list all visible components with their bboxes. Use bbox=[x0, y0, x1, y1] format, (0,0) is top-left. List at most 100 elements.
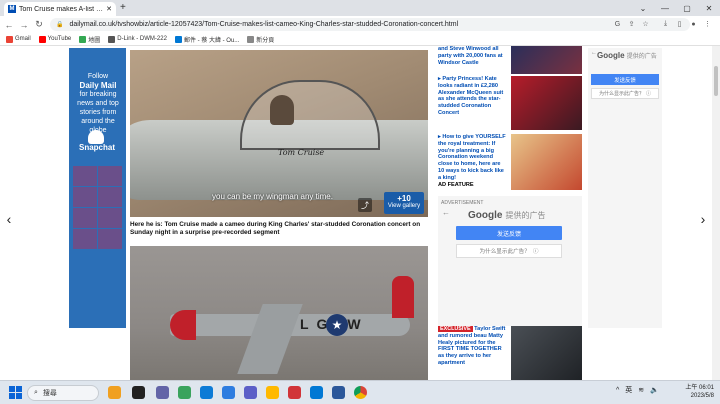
chrome-icon[interactable] bbox=[354, 386, 367, 399]
page-scrollbar[interactable] bbox=[712, 46, 720, 380]
send-feedback-button[interactable]: 发送反馈 bbox=[591, 74, 659, 85]
lock-icon: 🔒 bbox=[56, 22, 64, 28]
globe-icon bbox=[247, 35, 255, 43]
news-thumbnail bbox=[511, 76, 582, 130]
tab-active[interactable]: M Tom Cruise makes A-list cameo ✕ bbox=[4, 2, 116, 16]
news-item[interactable]: ▸ How to give YOURSELF the royal treatme… bbox=[438, 134, 582, 190]
why-this-ad-button[interactable]: 为什么显示此广告？ ⓘ bbox=[456, 244, 562, 258]
bookmark-dlink[interactable]: D-Link - DWM-222 bbox=[108, 35, 167, 43]
news-item[interactable]: EXCLUSIVE Taylor Swift and rumored beau … bbox=[438, 326, 582, 380]
download-icon[interactable]: ⤓ bbox=[660, 18, 671, 30]
windows-start-icon[interactable] bbox=[9, 386, 22, 399]
advertisement-label: ADVERTISEMENT bbox=[441, 200, 484, 206]
news-thumbnail bbox=[511, 134, 582, 190]
chevron-up-icon[interactable]: ^ bbox=[616, 387, 619, 394]
back-arrow-icon[interactable]: ← bbox=[442, 208, 450, 217]
tab-search-button[interactable]: ⌄ bbox=[632, 0, 654, 16]
edge-icon[interactable] bbox=[200, 386, 213, 399]
pilot-figure bbox=[270, 95, 294, 125]
chat-icon[interactable] bbox=[178, 386, 191, 399]
tab-title: Tom Cruise makes A-list cameo bbox=[19, 5, 104, 13]
outlook-icon bbox=[174, 35, 182, 43]
task-view-icon[interactable] bbox=[132, 386, 145, 399]
input-language[interactable]: 英 bbox=[625, 385, 632, 395]
google-ad-header: Google 提供的广告 bbox=[468, 210, 546, 221]
dlink-icon bbox=[108, 35, 116, 43]
image-caption: Here he is: Tom Cruise made a cameo duri… bbox=[130, 221, 421, 236]
bookmark-gmail[interactable]: Gmail bbox=[6, 35, 31, 43]
why-this-ad-button[interactable]: 为什么显示此广告？ ⓘ bbox=[591, 88, 659, 99]
close-tab-icon[interactable]: ✕ bbox=[106, 5, 112, 13]
video-subtitle: you can be my wingman any time. bbox=[212, 192, 333, 201]
share-icon[interactable]: ⇪ bbox=[626, 18, 637, 30]
bookmark-maps[interactable]: 地圖 bbox=[79, 35, 100, 44]
info-icon: ⓘ bbox=[646, 91, 652, 97]
tab-strip: M Tom Cruise makes A-list cameo ✕ + ⌄ — … bbox=[0, 0, 720, 16]
store-icon[interactable] bbox=[222, 386, 235, 399]
bookmark-youtube[interactable]: YouTube bbox=[38, 35, 71, 43]
volume-icon[interactable]: 🔈 bbox=[650, 386, 659, 394]
maximize-button[interactable]: ▢ bbox=[676, 0, 698, 16]
app-icon[interactable] bbox=[244, 386, 257, 399]
youtube-icon bbox=[38, 35, 46, 43]
menu-kebab-icon[interactable]: ⋮ bbox=[702, 18, 713, 30]
address-bar[interactable]: 🔒 dailymail.co.uk/tvshowbiz/article-1205… bbox=[50, 18, 690, 31]
snapchat-label: Snapchat bbox=[78, 143, 115, 152]
reload-button[interactable]: ↻ bbox=[33, 19, 45, 31]
windows-taskbar: ⌕ 搜尋 ^ 英 ≋ 🔈 上午 06:01 2023/5/8 bbox=[0, 380, 720, 404]
google-ad-box: ADVERTISEMENT ← Google 提供的广告 发送反馈 为什么显示此广… bbox=[438, 196, 582, 326]
bookmarks-bar: Gmail YouTube 地圖 D-Link - DWM-222 郵件 - 蔡… bbox=[0, 33, 720, 46]
minimize-button[interactable]: — bbox=[654, 0, 676, 16]
article-image-mustang[interactable]: LG W ★ bbox=[130, 246, 428, 380]
share-icon[interactable]: ⤴ bbox=[358, 198, 372, 212]
news-item[interactable]: and Steve Winwood all party with 20,000 … bbox=[438, 46, 582, 74]
gmail-icon bbox=[6, 35, 13, 43]
word-icon[interactable] bbox=[332, 386, 345, 399]
plane-name-text: Tom Cruise bbox=[278, 148, 325, 157]
gallery-label: View gallery bbox=[387, 203, 421, 209]
view-gallery-button[interactable]: +10 View gallery bbox=[384, 192, 424, 214]
google-ad-header: Google 提供的广告 bbox=[597, 51, 657, 60]
web-page: ‹ › Follow Daily Mail for breaking news … bbox=[0, 46, 720, 380]
outlook-icon[interactable] bbox=[310, 386, 323, 399]
chevron-right-icon[interactable]: › bbox=[696, 208, 710, 230]
snapchat-ghost-icon bbox=[88, 130, 104, 144]
system-tray: ^ 英 ≋ 🔈 bbox=[616, 385, 659, 395]
info-icon: ⓘ bbox=[532, 249, 539, 255]
ad-feature-tag: AD FEATURE bbox=[438, 181, 474, 188]
url-text: dailymail.co.uk/tvshowbiz/article-120574… bbox=[69, 21, 459, 28]
close-window-button[interactable]: ✕ bbox=[698, 0, 720, 16]
profile-avatar-icon[interactable]: ● bbox=[688, 18, 699, 30]
new-tab-button[interactable]: + bbox=[120, 2, 126, 13]
ad-photo-grid bbox=[73, 166, 122, 328]
news-thumbnail bbox=[511, 46, 582, 74]
forward-button[interactable]: → bbox=[18, 19, 30, 31]
maps-icon bbox=[79, 35, 87, 43]
search-icon: ⌕ bbox=[34, 389, 38, 396]
file-explorer-icon[interactable] bbox=[266, 386, 279, 399]
news-thumbnail bbox=[511, 326, 582, 380]
google-lens-icon[interactable]: G bbox=[612, 18, 623, 30]
back-button[interactable]: ← bbox=[3, 19, 15, 31]
bookmark-outlook[interactable]: 郵件 - 蔡 大緯 - Ou... bbox=[174, 35, 239, 44]
taskbar-search[interactable]: ⌕ 搜尋 bbox=[27, 385, 99, 401]
bookmark-star-icon[interactable]: ☆ bbox=[640, 18, 651, 30]
article-image-cockpit[interactable]: Tom Cruise you can be my wingman any tim… bbox=[130, 50, 428, 217]
chevron-left-icon[interactable]: ‹ bbox=[2, 208, 16, 230]
google-ad-right: ← Google 提供的广告 发送反馈 为什么显示此广告？ ⓘ bbox=[588, 48, 662, 328]
bookmark-newtab[interactable]: 新分頁 bbox=[247, 35, 274, 44]
roundel-star-icon: ★ bbox=[326, 314, 348, 336]
ad-text: Follow Daily Mail for breaking news and … bbox=[77, 73, 119, 134]
news-item[interactable]: ▸ Party Princess! Kate looks radiant in … bbox=[438, 76, 582, 130]
snapchat-ad[interactable]: Follow Daily Mail for breaking news and … bbox=[69, 48, 126, 328]
scrollbar-thumb[interactable] bbox=[714, 66, 718, 96]
dailymail-favicon-icon: M bbox=[8, 5, 16, 13]
exclusive-badge: EXCLUSIVE bbox=[438, 326, 473, 332]
mcafee-icon[interactable] bbox=[288, 386, 301, 399]
teams-icon[interactable] bbox=[156, 386, 169, 399]
widgets-icon[interactable] bbox=[108, 386, 121, 399]
wifi-icon[interactable]: ≋ bbox=[638, 386, 644, 394]
sidepanel-icon[interactable]: ▯ bbox=[674, 18, 685, 30]
taskbar-clock[interactable]: 上午 06:01 2023/5/8 bbox=[680, 384, 714, 400]
send-feedback-button[interactable]: 发送反馈 bbox=[456, 226, 562, 240]
